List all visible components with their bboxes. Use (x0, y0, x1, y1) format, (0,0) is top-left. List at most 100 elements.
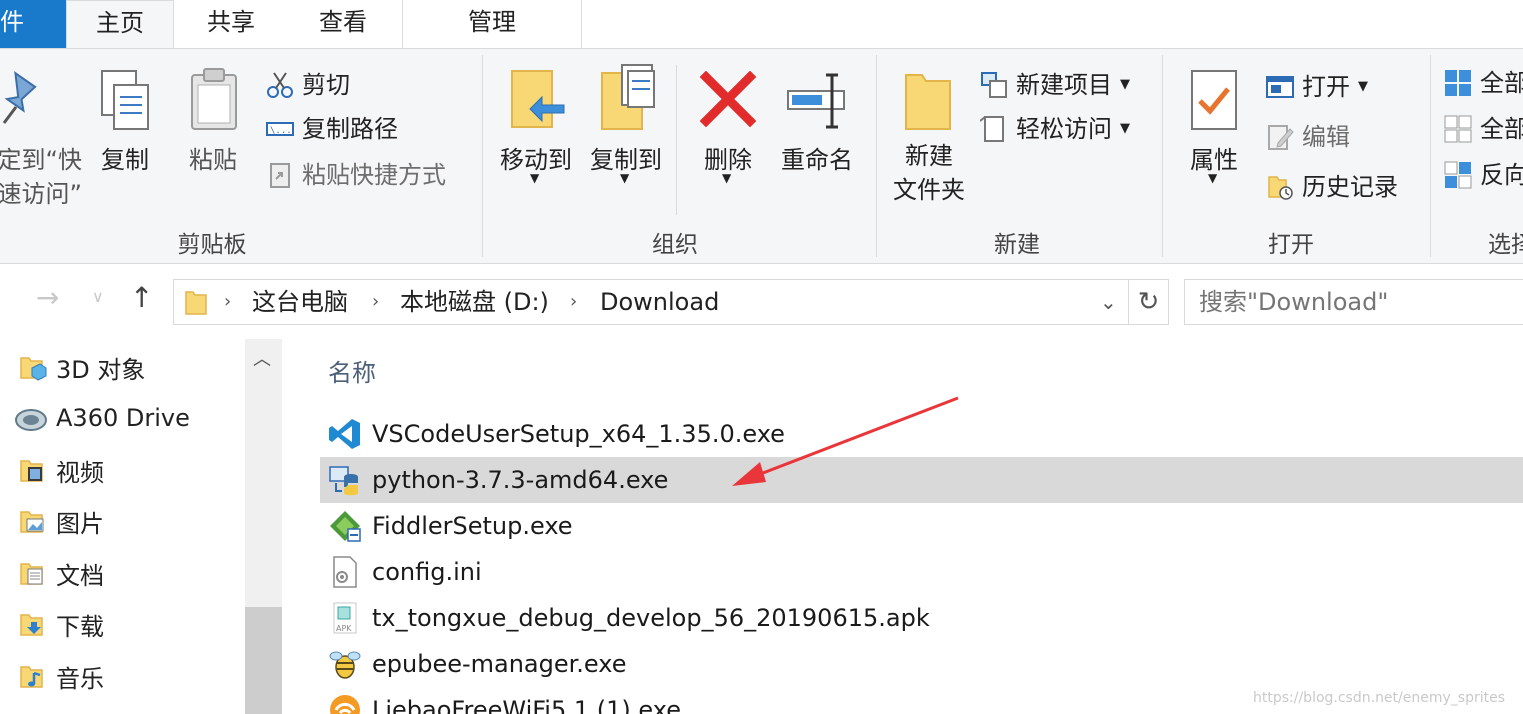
open-window-icon (1266, 76, 1294, 98)
new-item-button[interactable]: 新建项目 ▼ (980, 65, 1130, 105)
navigation-pane: 3D 对象 A360 Drive 视频 图片 文档 下载 音乐 ︿ (0, 339, 282, 714)
breadcrumb-local-disk[interactable]: 本地磁盘 (D:) (400, 280, 549, 324)
file-name: config.ini (372, 558, 482, 586)
nav-item-label: 下载 (56, 612, 104, 641)
ribbon-separator (1162, 55, 1163, 257)
address-history-chevron-icon[interactable]: ⌄ (1100, 280, 1117, 324)
ribbon-tab-bar: 文件 主页 共享 查看 管理 (0, 0, 1523, 50)
tab-file-label: 文件 (0, 8, 24, 36)
ribbon-separator (876, 55, 877, 257)
chevron-down-icon: ▼ (530, 171, 540, 185)
tab-home-label: 主页 (96, 9, 144, 37)
edit-button[interactable]: 编辑 (1266, 117, 1350, 157)
svg-text:APK: APK (336, 624, 352, 633)
ribbon-separator (482, 55, 483, 257)
file-row[interactable]: config.ini (320, 549, 1523, 595)
recent-locations-chevron-icon[interactable]: ∨ (92, 287, 104, 306)
select-all-label: 全部选择 (1480, 69, 1523, 97)
copy-to-button[interactable]: 复制到 ▼ (582, 49, 670, 219)
delete-button[interactable]: 删除 ▼ (690, 49, 766, 219)
history-folder-icon (1268, 176, 1293, 200)
a360-drive-icon (15, 409, 47, 431)
nav-item-3d-objects[interactable]: 3D 对象 (18, 347, 145, 387)
select-all-button[interactable]: 全部选择 (1444, 63, 1523, 103)
move-to-button[interactable]: 移动到 ▼ (492, 49, 580, 219)
refresh-icon[interactable]: ↻ (1129, 279, 1169, 325)
ribbon: 固定到“快 速访问” 复制 粘贴 剪切 (0, 48, 1523, 264)
new-folder-button[interactable]: 新建 文件夹 (884, 49, 974, 219)
breadcrumb-download[interactable]: Download (600, 280, 719, 324)
liebao-wifi-icon (330, 695, 360, 714)
file-name: epubee-manager.exe (372, 650, 627, 678)
breadcrumb-separator-icon[interactable]: › (224, 280, 231, 324)
breadcrumb-separator-icon[interactable]: › (570, 280, 577, 324)
breadcrumb-this-pc[interactable]: 这台电脑 (252, 280, 348, 324)
organize-group-label: 组织 (652, 232, 698, 258)
search-input[interactable] (1184, 279, 1523, 325)
epubee-icon (329, 651, 361, 679)
file-row[interactable]: epubee-manager.exe (320, 641, 1523, 687)
tab-home[interactable]: 主页 (66, 0, 174, 50)
tab-view-label: 查看 (319, 8, 367, 36)
chevron-down-icon: ▼ (1358, 79, 1368, 94)
vscode-icon (329, 419, 360, 449)
chevron-down-icon: ▼ (1208, 171, 1218, 185)
apk-file-icon: APK (333, 602, 357, 634)
nav-item-downloads[interactable]: 下载 (18, 604, 104, 644)
copy-button[interactable]: 复制 (90, 49, 160, 219)
copy-path-button[interactable]: \... 复制路径 (266, 109, 398, 149)
column-header-name[interactable]: 名称 (328, 353, 376, 388)
chevron-down-icon: ▼ (1120, 121, 1130, 136)
scroll-up-icon[interactable]: ︿ (253, 345, 271, 371)
copy-path-label: 复制路径 (302, 115, 398, 143)
nav-item-videos[interactable]: 视频 (18, 450, 104, 490)
paste-button[interactable]: 粘贴 (178, 49, 248, 219)
open-button[interactable]: 打开 ▼ (1266, 67, 1368, 107)
easy-access-icon (980, 116, 1004, 142)
nav-item-a360-drive[interactable]: A360 Drive (14, 398, 190, 438)
paste-icon (191, 68, 237, 130)
nav-item-documents[interactable]: 文档 (18, 553, 104, 593)
select-none-label: 全部取消 (1480, 115, 1523, 143)
nav-pane-scrollbar[interactable]: ︿ (245, 339, 282, 714)
tab-share[interactable]: 共享 (176, 0, 286, 48)
nav-item-label: 文档 (56, 561, 104, 590)
nav-item-label: 音乐 (56, 664, 104, 693)
breadcrumb-separator-icon[interactable]: › (372, 280, 379, 324)
folder-icon (185, 291, 207, 315)
history-button[interactable]: 历史记录 (1266, 167, 1398, 207)
up-arrow-icon[interactable]: ↑ (130, 281, 153, 314)
forward-arrow-icon[interactable]: → (36, 281, 59, 314)
delete-x-icon (700, 71, 756, 127)
chevron-down-icon: ▼ (722, 171, 732, 185)
ini-file-icon (333, 556, 357, 588)
tab-view[interactable]: 查看 (288, 0, 398, 48)
file-row[interactable]: APK tx_tongxue_debug_develop_56_20190615… (320, 595, 1523, 641)
new-folder-icon (905, 74, 951, 130)
nav-item-music[interactable]: 音乐 (18, 656, 104, 696)
easy-access-button[interactable]: 轻松访问 ▼ (980, 109, 1130, 149)
3d-objects-icon (20, 357, 47, 381)
new-group-label: 新建 (994, 232, 1040, 258)
nav-item-label: 3D 对象 (56, 355, 146, 384)
tab-file[interactable]: 文件 (0, 0, 66, 48)
properties-button[interactable]: 属性 ▼ (1172, 49, 1256, 219)
paste-shortcut-button[interactable]: 粘贴快捷方式 (266, 155, 446, 195)
music-folder-icon (20, 666, 43, 688)
open-label: 打开 (1302, 73, 1350, 101)
invert-selection-button[interactable]: 反向选择 (1444, 155, 1523, 195)
pin-quick-access-button[interactable]: 固定到“快 速访问” (0, 49, 84, 219)
nav-item-pictures[interactable]: 图片 (18, 501, 104, 541)
cut-button[interactable]: 剪切 (266, 65, 350, 105)
history-label: 历史记录 (1302, 173, 1398, 201)
tab-manage-label: 管理 (468, 8, 516, 36)
scrollbar-thumb[interactable] (245, 607, 282, 714)
tab-manage[interactable]: 管理 (402, 0, 582, 48)
select-none-button[interactable]: 全部取消 (1444, 109, 1523, 149)
file-row[interactable]: FiddlerSetup.exe (320, 503, 1523, 549)
address-bar[interactable]: › 这台电脑 › 本地磁盘 (D:) › Download ⌄ (173, 279, 1129, 325)
chevron-down-icon: ▼ (1120, 77, 1130, 92)
rename-button[interactable]: 重命名 (772, 49, 862, 219)
new-folder-label-line2: 文件夹 (893, 176, 965, 204)
downloads-folder-icon (20, 614, 43, 636)
